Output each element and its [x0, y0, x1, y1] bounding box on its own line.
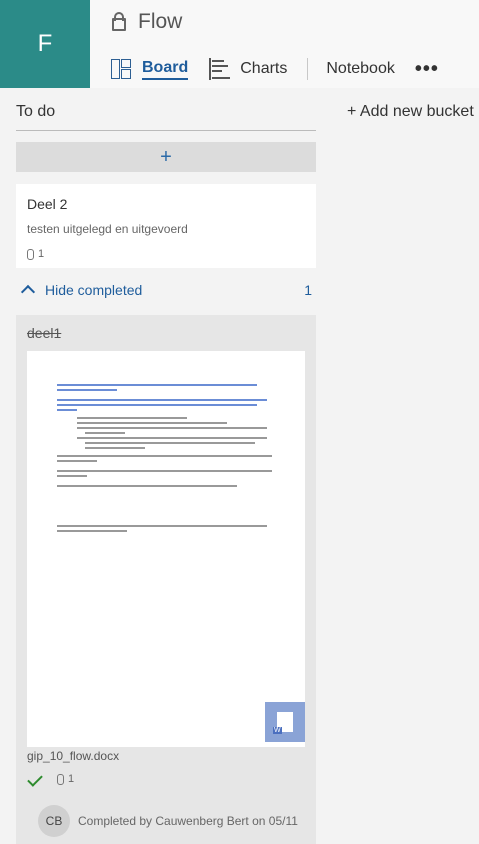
- document-thumbnail: [57, 381, 277, 535]
- chevron-up-icon: [20, 284, 36, 300]
- plan-header: F Flow Board Charts Notebook •••: [0, 0, 479, 88]
- completed-by: CB Completed by Cauwenberg Bert on 05/11: [38, 805, 298, 837]
- board-icon: [110, 58, 132, 80]
- completed-by-text: Completed by Cauwenberg Bert on 05/11: [78, 814, 298, 828]
- chart-icon: [208, 58, 231, 80]
- tab-board[interactable]: Board: [110, 55, 189, 83]
- task-description: testen uitgelegd en uitgevoerd: [27, 222, 188, 236]
- document-preview[interactable]: [27, 351, 305, 747]
- avatar: CB: [38, 805, 70, 837]
- paperclip-icon: [27, 248, 34, 260]
- bucket-divider: [16, 130, 316, 131]
- completed-task-attachments: 1: [57, 773, 74, 785]
- completed-task-meta: 1: [27, 771, 74, 787]
- tab-charts[interactable]: Charts: [208, 55, 287, 83]
- bucket-title[interactable]: To do: [16, 103, 55, 121]
- completed-task-card[interactable]: deel1 gip_10_flow.docx: [16, 315, 316, 844]
- attachment-count: 1: [68, 773, 75, 785]
- plan-avatar: F: [0, 0, 90, 88]
- add-bucket-button[interactable]: + Add new bucket: [347, 103, 474, 121]
- completed-task-title: deel1: [27, 325, 62, 341]
- more-options-icon[interactable]: •••: [415, 58, 439, 81]
- task-card[interactable]: Deel 2 testen uitgelegd en uitgevoerd 1: [16, 184, 316, 268]
- task-title: Deel 2: [27, 196, 68, 212]
- view-tabs: Board Charts Notebook •••: [110, 55, 439, 83]
- plan-name: Flow: [138, 10, 183, 33]
- hide-completed-toggle[interactable]: Hide completed 1: [16, 270, 316, 310]
- tab-notebook-label: Notebook: [326, 60, 395, 77]
- plan-title: Flow: [112, 10, 182, 34]
- lock-icon: [112, 11, 126, 31]
- word-document-icon: [265, 702, 305, 742]
- tab-notebook[interactable]: Notebook: [326, 55, 395, 83]
- task-attachments: 1: [27, 248, 44, 260]
- attachment-count: 1: [38, 248, 45, 260]
- hide-completed-label: Hide completed: [45, 282, 143, 298]
- attachment-filename[interactable]: gip_10_flow.docx: [27, 749, 119, 763]
- add-task-button[interactable]: +: [16, 142, 316, 172]
- plus-icon: +: [160, 145, 172, 168]
- nav-divider: [307, 58, 309, 80]
- tab-charts-label: Charts: [240, 60, 288, 77]
- checkmark-icon[interactable]: [27, 771, 43, 787]
- completed-count: 1: [304, 282, 312, 298]
- tab-board-label: Board: [142, 59, 189, 80]
- paperclip-icon: [57, 773, 64, 785]
